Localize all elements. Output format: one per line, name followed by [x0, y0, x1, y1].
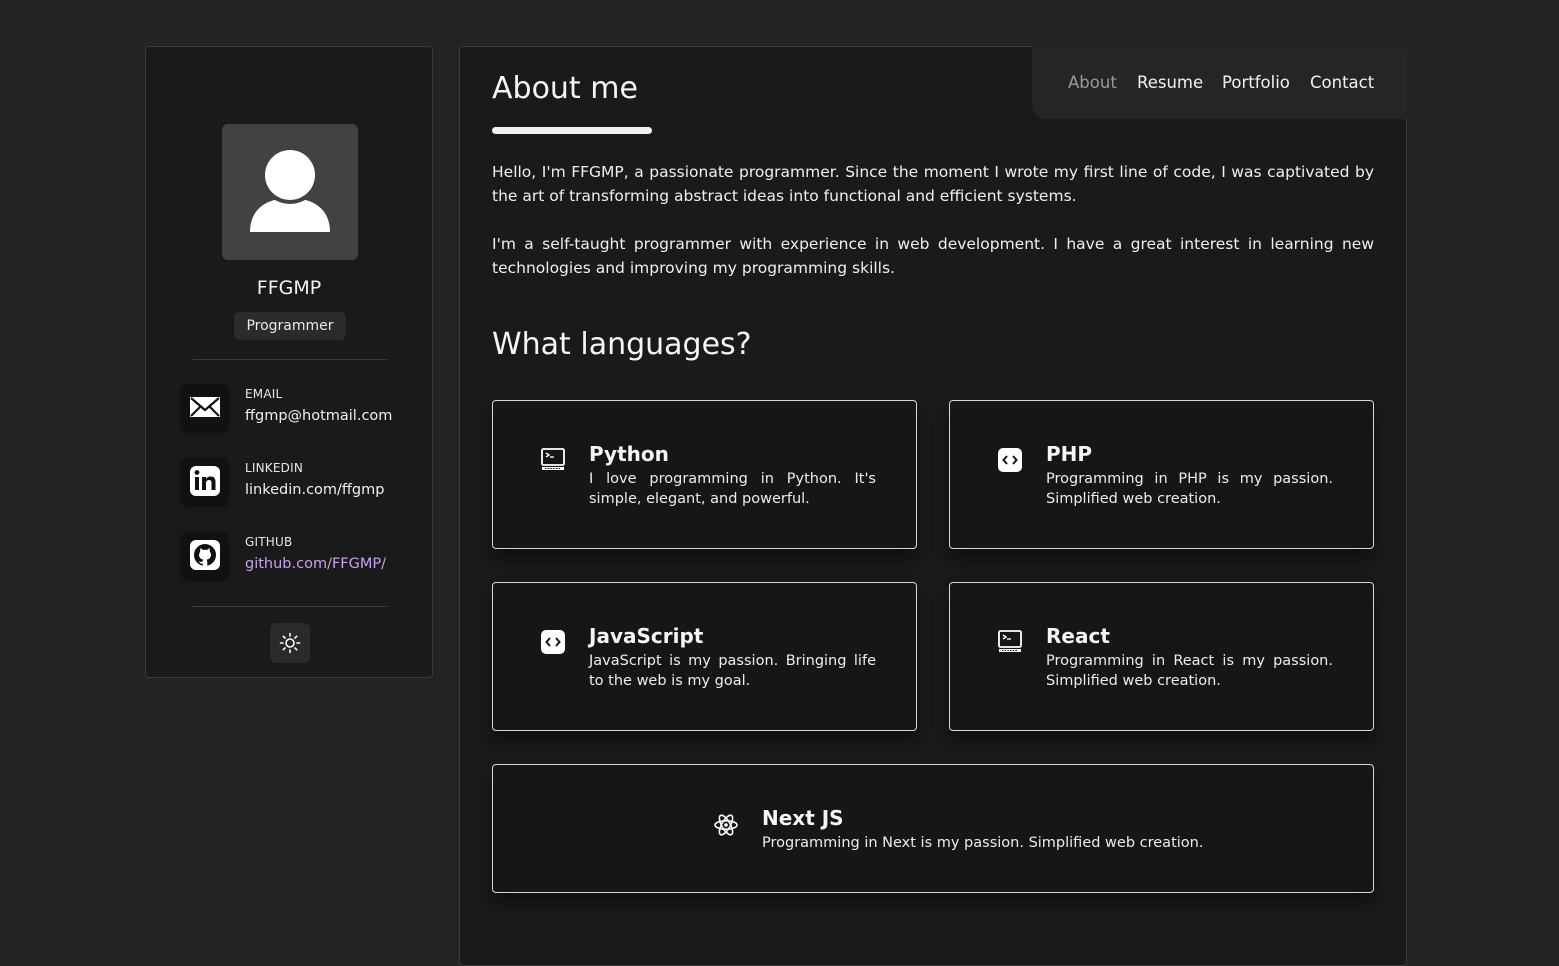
language-card-react: React Programming in React is my passion… — [949, 582, 1374, 731]
nav-contact[interactable]: Contact — [1310, 73, 1374, 92]
language-description: JavaScript is my passion. Bringing life … — [589, 653, 876, 689]
language-card-javascript: JavaScript JavaScript is my passion. Bri… — [492, 582, 917, 731]
terminal-icon — [998, 630, 1022, 652]
email-link[interactable]: ffgmp@hotmail.com — [245, 408, 392, 424]
github-icon — [182, 532, 228, 578]
user-icon — [250, 150, 330, 232]
mail-icon — [182, 384, 228, 430]
contact-linkedin: LINKEDIN linkedin.com/ffgmp — [182, 456, 412, 506]
nav-portfolio[interactable]: Portfolio — [1222, 73, 1290, 92]
language-card-python: Python I love programming in Python. It'… — [492, 400, 917, 549]
contact-label: EMAIL — [245, 387, 283, 401]
language-card-nextjs: Next JS Programming in Next is my passio… — [492, 764, 1374, 893]
terminal-icon — [541, 448, 565, 470]
role-badge: Programmer — [234, 312, 346, 340]
avatar — [222, 124, 358, 260]
language-name: Next JS — [762, 806, 844, 830]
nav-resume[interactable]: Resume — [1137, 73, 1203, 92]
page-title: About me — [492, 71, 638, 106]
top-navbar: About Resume Portfolio Contact — [1032, 46, 1407, 119]
code-icon — [541, 630, 565, 654]
language-description: Programming in Next is my passion. Simpl… — [762, 835, 1204, 851]
linkedin-icon — [182, 458, 228, 504]
title-underline — [492, 127, 652, 134]
language-name: JavaScript — [589, 624, 704, 648]
main-panel: About Resume Portfolio Contact About me … — [459, 46, 1407, 966]
divider — [193, 359, 387, 360]
language-description: Programming in PHP is my passion. Simpli… — [1046, 471, 1333, 507]
contact-email: EMAIL ffgmp@hotmail.com — [182, 382, 412, 432]
contact-github: GITHUB github.com/FFGMP/ — [182, 530, 412, 580]
section-title: What languages? — [492, 327, 752, 362]
language-name: React — [1046, 624, 1110, 648]
contact-label: LINKEDIN — [245, 461, 304, 475]
linkedin-link[interactable]: linkedin.com/ffgmp — [245, 482, 384, 498]
about-paragraph: I'm a self-taught programmer with experi… — [492, 235, 1374, 277]
language-description: I love programming in Python. It's simpl… — [589, 471, 876, 507]
language-name: PHP — [1046, 442, 1093, 466]
theme-toggle-button[interactable] — [270, 623, 310, 663]
nav-about[interactable]: About — [1068, 73, 1117, 92]
about-paragraph: Hello, I'm FFGMP, a passionate programme… — [492, 163, 1374, 205]
language-name: Python — [589, 442, 669, 466]
atom-icon — [714, 814, 738, 836]
divider — [193, 606, 387, 607]
github-link[interactable]: github.com/FFGMP/ — [245, 556, 386, 572]
language-description: Programming in React is my passion. Simp… — [1046, 653, 1333, 689]
profile-sidebar: FFGMP Programmer EMAIL ffgmp@hotmail.com… — [145, 46, 433, 678]
language-card-php: PHP Programming in PHP is my passion. Si… — [949, 400, 1374, 549]
code-icon — [998, 448, 1022, 472]
profile-name: FFGMP — [256, 277, 322, 299]
sun-icon — [279, 632, 301, 654]
contact-label: GITHUB — [245, 535, 293, 549]
